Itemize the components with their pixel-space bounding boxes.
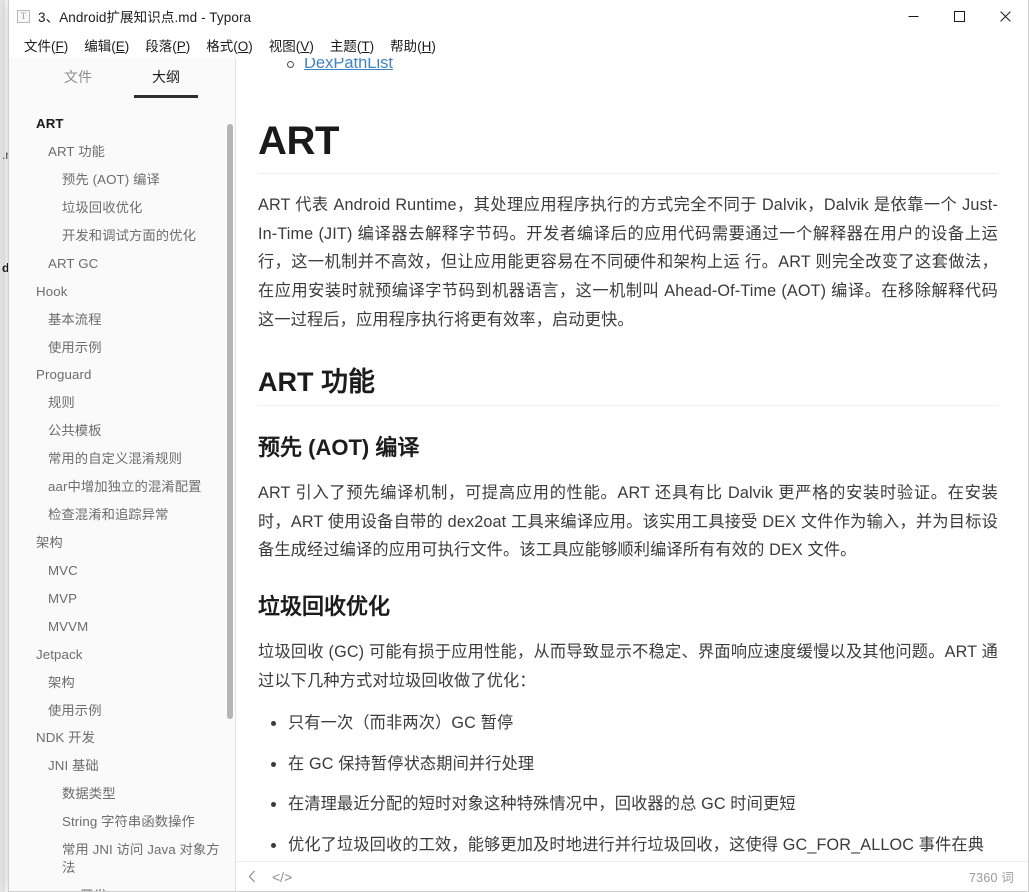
list-item: 在 GC 保持暂停状态期间并行处理	[258, 750, 998, 778]
close-icon	[999, 10, 1011, 22]
menu-help-text: 帮助	[390, 39, 418, 54]
outline-item[interactable]: aar中增加独立的混淆配置	[9, 473, 235, 501]
previous-section-list: DexPathList	[258, 58, 998, 74]
sidebar-scrollbar-track[interactable]	[226, 102, 235, 891]
status-bar: </> 7360 词	[236, 861, 1028, 891]
menu-theme[interactable]: 主题(T)	[328, 34, 376, 56]
desktop-background: .m d T 3、Android扩展知识点.md - Typora	[0, 0, 1029, 892]
outline-item[interactable]: 开发和调试方面的优化	[9, 222, 235, 250]
outline-item[interactable]: 预先 (AOT) 编译	[9, 166, 235, 194]
outline-item[interactable]: NDK 开发	[9, 881, 235, 891]
window-controls	[890, 0, 1028, 32]
dexpathlist-link[interactable]: DexPathList	[304, 58, 393, 72]
outline-item[interactable]: MVP	[9, 585, 235, 613]
window-title: 3、Android扩展知识点.md - Typora	[38, 10, 252, 25]
menu-edit-text: 编辑	[84, 39, 112, 54]
outline-item[interactable]: 公共模板	[9, 417, 235, 445]
list-item: 只有一次（而非两次）GC 暂停	[258, 709, 998, 737]
title-bar: T 3、Android扩展知识点.md - Typora	[9, 0, 1028, 32]
content-wrapper: DexPathList ART ART 代表 Android Runtime，其…	[236, 58, 1028, 891]
menu-bar: 文件(F) 编辑(E) 段落(P) 格式(O) 视图(V) 主题(T) 帮助(H…	[9, 32, 1028, 58]
close-button[interactable]	[982, 0, 1028, 32]
minimize-icon	[908, 15, 918, 17]
aot-paragraph: ART 引入了预先编译机制，可提高应用的性能。ART 还具有比 Dalvik 更…	[258, 483, 998, 560]
markdown-document[interactable]: DexPathList ART ART 代表 Android Runtime，其…	[258, 58, 998, 861]
menu-help[interactable]: 帮助(H)	[388, 34, 438, 56]
tab-outline[interactable]: 大纲	[134, 62, 198, 98]
menu-edit[interactable]: 编辑(E)	[82, 34, 131, 56]
editor-scroll-area[interactable]: DexPathList ART ART 代表 Android Runtime，其…	[236, 58, 1028, 861]
outline-item[interactable]: Proguard	[9, 361, 235, 389]
outline-item[interactable]: 常用 JNI 访问 Java 对象方法	[9, 836, 235, 881]
maximize-icon	[953, 10, 965, 22]
menu-help-accel: H	[421, 39, 432, 54]
word-count-label: 7360 词	[969, 871, 1014, 885]
typora-window: T 3、Android扩展知识点.md - Typora 文件(F) 编辑(E)…	[8, 0, 1029, 892]
outline-item[interactable]: ART GC	[9, 250, 235, 278]
sidebar-scrollbar-thumb[interactable]	[227, 124, 233, 719]
outline-item[interactable]: 架构	[9, 668, 235, 696]
menu-edit-accel: E	[115, 39, 125, 54]
sidebar: 文件 大纲 ART ART 功能 预先 (AOT) 编译 垃圾回收优化 开发和调试方面的…	[9, 58, 236, 891]
list-item: DexPathList	[258, 58, 998, 74]
outline-item[interactable]: String 字符串函数操作	[9, 808, 235, 836]
outline-item[interactable]: Jetpack	[9, 641, 235, 669]
outline-item[interactable]: 架构	[9, 529, 235, 557]
outline-item[interactable]: ART	[9, 110, 235, 138]
menu-view-text: 视图	[268, 39, 296, 54]
minimize-button[interactable]	[890, 0, 936, 32]
outline-item[interactable]: 规则	[9, 389, 235, 417]
intro-paragraph: ART 代表 Android Runtime，其处理应用程序执行的方式完全不同于…	[258, 195, 998, 330]
menu-view[interactable]: 视图(V)	[267, 34, 316, 56]
outline-item[interactable]: 检查混淆和追踪异常	[9, 501, 235, 529]
outline-item[interactable]: 使用示例	[9, 696, 235, 724]
menu-theme-text: 主题	[329, 39, 357, 54]
heading-gc-optimization: 垃圾回收优化	[258, 594, 391, 620]
outline-item[interactable]: MVVM	[9, 613, 235, 641]
menu-view-accel: V	[300, 39, 310, 54]
outline-item[interactable]: 垃圾回收优化	[9, 194, 235, 222]
outline-item[interactable]: 使用示例	[9, 333, 235, 361]
gc-paragraph: 垃圾回收 (GC) 可能有损于应用性能，从而导致显示不稳定、界面响应速度缓慢以及…	[258, 642, 998, 690]
list-item: 在清理最近分配的短时对象这种特殊情况中，回收器的总 GC 时间更短	[258, 790, 998, 818]
outline-list: ART ART 功能 预先 (AOT) 编译 垃圾回收优化 开发和调试方面的优化 ART …	[9, 102, 235, 891]
menu-paragraph[interactable]: 段落(P)	[143, 34, 192, 56]
page-title: ART	[258, 118, 998, 174]
heading-art-features: ART 功能	[258, 366, 998, 407]
outline-item[interactable]: 基本流程	[9, 305, 235, 333]
outline-item[interactable]: 常用的自定义混淆规则	[9, 445, 235, 473]
menu-file[interactable]: 文件(F)	[22, 34, 70, 56]
maximize-button[interactable]	[936, 0, 982, 32]
tab-files[interactable]: 文件	[62, 62, 94, 98]
outline-item[interactable]: ART 功能	[9, 138, 235, 166]
menu-file-accel: F	[55, 39, 64, 54]
menu-file-text: 文件	[24, 39, 51, 54]
menu-format-accel: O	[237, 39, 249, 54]
source-code-icon[interactable]: </>	[272, 870, 292, 884]
window-body: 文件 大纲 ART ART 功能 预先 (AOT) 编译 垃圾回收优化 开发和调试方面的…	[9, 58, 1028, 891]
outline-item[interactable]: 数据类型	[9, 780, 235, 808]
menu-paragraph-accel: P	[176, 39, 186, 54]
chevron-left-glyph	[248, 870, 255, 883]
menu-paragraph-text: 段落	[145, 39, 173, 54]
outline-item[interactable]: MVC	[9, 557, 235, 585]
menu-theme-accel: T	[361, 39, 370, 54]
outline-item[interactable]: JNI 基础	[9, 752, 235, 780]
sidebar-tabs: 文件 大纲	[9, 58, 235, 102]
outline-item[interactable]: NDK 开发	[9, 724, 235, 752]
typora-app-icon: T	[17, 9, 30, 23]
menu-format[interactable]: 格式(O)	[204, 34, 255, 56]
menu-format-text: 格式	[206, 39, 234, 54]
list-item: 优化了垃圾回收的工效，能够更加及时地进行并行垃圾回收，这使得 GC_FOR_AL…	[258, 831, 998, 862]
gc-bullet-list: 只有一次（而非两次）GC 暂停在 GC 保持暂停状态期间并行处理 在清理最近分配的…	[258, 709, 998, 861]
outline-item[interactable]: Hook	[9, 278, 235, 306]
chevron-left-icon[interactable]	[248, 870, 256, 883]
heading-aot-compilation: 预先 (AOT) 编译	[258, 435, 420, 461]
